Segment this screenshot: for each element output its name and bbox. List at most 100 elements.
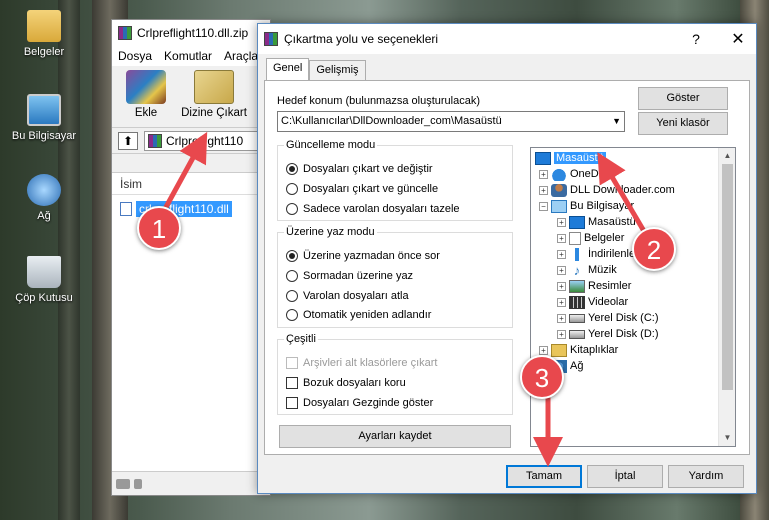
radio-extract-update[interactable]: Dosyaları çıkart ve güncelle	[286, 183, 438, 195]
desktop-icon-network[interactable]: Ağ	[4, 174, 84, 222]
libraries-icon	[551, 343, 567, 357]
downloads-icon	[569, 247, 585, 261]
tab-general[interactable]: Genel	[266, 58, 310, 80]
tree-item-music[interactable]: + ♪ Müzik	[557, 262, 617, 278]
save-settings-button[interactable]: Ayarları kaydet	[279, 425, 511, 448]
step-badge-3: 3	[520, 355, 564, 399]
tree-item-documents[interactable]: + Belgeler	[557, 230, 624, 246]
winrar-titlebar: Crlpreflight110.dll.zip	[112, 20, 270, 46]
winrar-window: Crlpreflight110.dll.zip Dosya Komutlar A…	[111, 19, 271, 496]
new-folder-button[interactable]: Yeni klasör	[638, 112, 728, 135]
radio-skip-existing[interactable]: Varolan dosyaları atla	[286, 290, 409, 302]
tree-item-desktop-root[interactable]: Masaüstü	[535, 150, 606, 166]
radio-extract-replace[interactable]: Dosyaları çıkart ve değiştir	[286, 163, 433, 175]
radio-freshen-existing[interactable]: Sadece varolan dosyaları tazele	[286, 203, 460, 215]
checkbox-extract-subfolders[interactable]: Arşivleri alt klasörlere çıkart	[286, 357, 437, 369]
checkbox-keep-broken[interactable]: Bozuk dosyaları koru	[286, 377, 406, 389]
expand-icon[interactable]: +	[557, 233, 566, 243]
key-icon	[134, 478, 142, 489]
expand-icon[interactable]: +	[557, 313, 566, 323]
expand-icon[interactable]: +	[557, 329, 566, 339]
pictures-icon	[569, 279, 585, 293]
desktop-icon-this-pc[interactable]: Bu Bilgisayar	[4, 94, 84, 142]
overwrite-mode-group: Üzerine yaz modu Üzerine yazmadan önce s…	[277, 226, 513, 328]
tree-item-downloads[interactable]: + İndirilenler	[557, 246, 639, 262]
archive-icon	[148, 133, 162, 148]
this-pc-icon	[551, 199, 567, 213]
documents-folder-icon	[27, 10, 61, 42]
menu-dosya[interactable]: Dosya	[118, 49, 152, 63]
misc-group: Çeşitli Arşivleri alt klasörlere çıkart …	[277, 333, 513, 415]
expand-icon[interactable]: +	[539, 185, 548, 195]
menu-araclar[interactable]: Araçla	[224, 49, 258, 63]
scroll-up-icon[interactable]: ▲	[719, 148, 735, 164]
tree-item-libraries[interactable]: + Kitaplıklar	[539, 342, 618, 358]
step-badge-1: 1	[137, 206, 181, 250]
column-header-name[interactable]: İsim	[112, 173, 270, 195]
expand-icon[interactable]: +	[557, 217, 566, 227]
add-button[interactable]: Ekle	[118, 70, 174, 123]
update-mode-group: Güncelleme modu Dosyaları çıkart ve deği…	[277, 139, 513, 221]
collapse-icon[interactable]: −	[539, 201, 548, 211]
expand-icon[interactable]: +	[539, 345, 548, 355]
desktop-icon-recycle-bin[interactable]: Çöp Kutusu	[4, 256, 84, 304]
radio-ask-before-overwrite[interactable]: Üzerine yazmadan önce sor	[286, 250, 440, 262]
close-icon[interactable]: ✕	[720, 24, 756, 54]
chevron-down-icon[interactable]: ▼	[612, 112, 621, 131]
scroll-down-icon[interactable]: ▼	[719, 430, 735, 446]
dll-file-icon	[120, 202, 132, 216]
network-icon	[27, 174, 61, 206]
checkbox-show-in-explorer[interactable]: Dosyaları Gezginde göster	[286, 397, 433, 409]
expand-icon[interactable]: +	[557, 265, 566, 275]
step-badge-2: 2	[632, 227, 676, 271]
dest-path-combo[interactable]: C:\Kullanıcılar\DllDownloader_com\Masaüs…	[277, 111, 625, 132]
tree-item-desktop[interactable]: + Masaüstü	[557, 214, 636, 230]
tree-item-disk-c[interactable]: + Yerel Disk (C:)	[557, 310, 659, 326]
tree-item-pictures[interactable]: + Resimler	[557, 278, 631, 294]
desktop-icon-documents[interactable]: Belgeler	[4, 10, 84, 58]
winrar-menubar: Dosya Komutlar Araçla	[112, 46, 270, 66]
desktop-icon	[535, 151, 551, 165]
archive-path-field[interactable]: Crlpreflight110	[144, 130, 270, 151]
folder-tree[interactable]: Masaüstü + OneDrive + DLL Downloader.com…	[530, 147, 736, 447]
extract-to-button[interactable]: Dizine Çıkart	[178, 70, 250, 123]
extract-folder-icon	[194, 70, 234, 104]
tab-advanced[interactable]: Gelişmiş	[309, 60, 366, 80]
expand-icon[interactable]: +	[557, 281, 566, 291]
tree-item-this-pc[interactable]: − Bu Bilgisayar	[539, 198, 634, 214]
winrar-path-bar: ⬆ Crlpreflight110	[112, 128, 270, 154]
expand-icon[interactable]: +	[557, 297, 566, 307]
drive-icon	[116, 478, 130, 489]
tree-item-videos[interactable]: + Videolar	[557, 294, 628, 310]
videos-icon	[569, 295, 585, 309]
winrar-icon	[264, 32, 278, 46]
file-list: İsim crlpreflight110.dll	[112, 172, 270, 471]
expand-icon[interactable]: +	[557, 249, 566, 259]
winrar-toolbar: Ekle Dizine Çıkart	[112, 66, 270, 128]
documents-icon	[569, 231, 581, 245]
radio-auto-rename[interactable]: Otomatik yeniden adlandır	[286, 309, 431, 321]
dialog-titlebar: Çıkartma yolu ve seçenekleri ? ✕	[258, 24, 756, 54]
show-button[interactable]: Göster	[638, 87, 728, 110]
ok-button[interactable]: Tamam	[506, 465, 582, 488]
dialog-title: Çıkartma yolu ve seçenekleri	[284, 32, 439, 46]
user-icon	[551, 183, 567, 197]
onedrive-icon	[551, 167, 567, 181]
up-folder-button[interactable]: ⬆	[118, 131, 138, 150]
expand-icon[interactable]: +	[539, 169, 548, 179]
scroll-thumb[interactable]	[722, 164, 733, 390]
menu-komutlar[interactable]: Komutlar	[164, 49, 212, 63]
radio-overwrite-without-prompt[interactable]: Sormadan üzerine yaz	[286, 270, 413, 282]
help-title-button[interactable]: ?	[678, 24, 714, 54]
tree-item-onedrive[interactable]: + OneDrive	[539, 166, 616, 182]
cancel-button[interactable]: İptal	[587, 465, 663, 488]
disk-icon	[569, 313, 585, 323]
this-pc-icon	[27, 94, 61, 126]
tree-scrollbar[interactable]: ▲ ▼	[718, 148, 735, 446]
help-button[interactable]: Yardım	[668, 465, 744, 488]
winrar-icon	[118, 26, 132, 40]
tree-item-user[interactable]: + DLL Downloader.com	[539, 182, 675, 198]
tree-item-disk-d[interactable]: + Yerel Disk (D:)	[557, 326, 659, 342]
music-icon: ♪	[573, 262, 581, 278]
winrar-statusbar	[112, 471, 270, 495]
